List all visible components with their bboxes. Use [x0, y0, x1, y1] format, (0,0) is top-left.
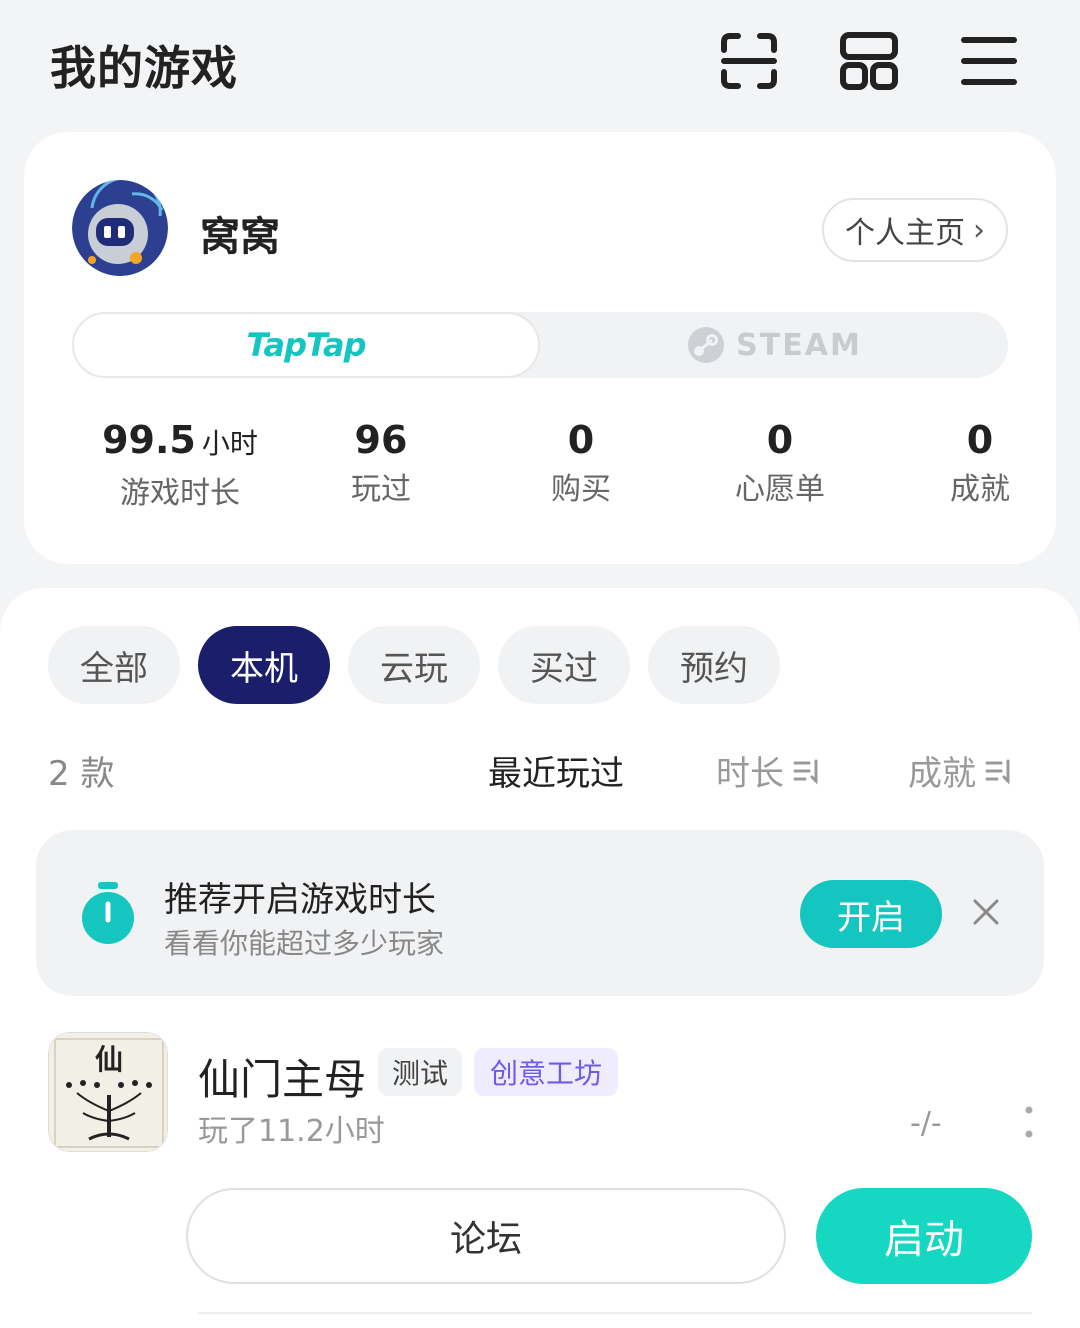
- stat-unit: 小时: [201, 427, 258, 460]
- game-icon[interactable]: 仙: [48, 1032, 168, 1152]
- platform-toggle: TapTap STEAM: [72, 312, 1008, 378]
- filter-chip-local[interactable]: 本机: [198, 626, 330, 704]
- sort-icon: [793, 759, 818, 785]
- sort-label: 最近玩过: [488, 754, 624, 794]
- stat-playtime[interactable]: 99.5 小时 游戏时长: [80, 414, 280, 516]
- sort-duration[interactable]: 时长: [716, 746, 822, 795]
- stat-label: 游戏时长: [120, 476, 240, 511]
- steam-label: STEAM: [736, 327, 862, 363]
- stat-label: 成就: [950, 472, 1010, 507]
- sort-recent[interactable]: 最近玩过: [488, 746, 624, 795]
- tab-steam[interactable]: STEAM: [540, 312, 1008, 378]
- grid-layout-icon[interactable]: [836, 28, 902, 94]
- sort-label: 时长: [716, 754, 784, 794]
- scan-icon[interactable]: [716, 28, 782, 94]
- stat-achievements[interactable]: 0 成就: [880, 414, 1080, 512]
- more-options-icon[interactable]: [1014, 1104, 1044, 1144]
- divider: [198, 1312, 1032, 1314]
- app-header: 我的游戏: [0, 0, 1080, 120]
- stat-purchased[interactable]: 0 购买: [481, 414, 681, 512]
- stat-label: 玩过: [351, 472, 411, 507]
- game-playtime: 玩了11.2小时: [198, 1114, 385, 1149]
- filter-chip-reserved[interactable]: 预约: [648, 626, 780, 704]
- game-icon-glyph: 仙: [95, 1043, 123, 1076]
- homepage-label: 个人主页: [845, 216, 965, 251]
- filter-chip-cloud[interactable]: 云玩: [348, 626, 480, 704]
- game-title[interactable]: 仙门主母: [198, 1046, 366, 1107]
- stopwatch-icon: [78, 880, 138, 946]
- filter-chip-bought[interactable]: 买过: [498, 626, 630, 704]
- profile-homepage-button[interactable]: 个人主页 ›: [822, 198, 1008, 262]
- playtime-promo-banner: 推荐开启游戏时长 看看你能超过多少玩家 开启: [36, 830, 1044, 996]
- stat-label: 购买: [551, 472, 611, 507]
- stat-value: 0: [567, 418, 595, 462]
- forum-button[interactable]: 论坛: [186, 1188, 786, 1284]
- stats-row: 99.5 小时 游戏时长 96 玩过 0 购买 0 心愿单 0 成就: [48, 414, 1048, 524]
- username: 窝窝: [200, 214, 280, 260]
- menu-icon[interactable]: [956, 28, 1022, 94]
- sort-icon: [985, 759, 1010, 785]
- avatar[interactable]: [72, 180, 168, 276]
- stat-label: 心愿单: [735, 472, 825, 507]
- tab-taptap[interactable]: TapTap: [72, 312, 540, 378]
- tag-test: 测试: [378, 1048, 462, 1096]
- stat-value: 99.5: [102, 418, 196, 462]
- chevron-right-icon: ›: [973, 212, 985, 248]
- profile-card: 窝窝 个人主页 › TapTap STEAM 99.5 小时 游戏时长 96 玩过: [24, 132, 1056, 564]
- banner-title: 推荐开启游戏时长: [164, 880, 436, 920]
- tag-workshop[interactable]: 创意工坊: [474, 1048, 618, 1096]
- stat-played[interactable]: 96 玩过: [281, 414, 481, 512]
- close-icon[interactable]: [966, 892, 1006, 932]
- game-list-panel: 全部 本机 云玩 买过 预约 2 款 最近玩过 时长 成就 推荐开启游戏时长 看…: [0, 588, 1080, 1328]
- steam-icon: [688, 327, 725, 363]
- page-title: 我的游戏: [50, 41, 238, 95]
- sort-label: 成就: [908, 754, 976, 794]
- banner-subtitle: 看看你能超过多少玩家: [164, 927, 445, 960]
- enable-playtime-button[interactable]: 开启: [800, 880, 942, 948]
- filter-chip-all[interactable]: 全部: [48, 626, 180, 704]
- stat-wishlist[interactable]: 0 心愿单: [680, 414, 880, 512]
- sort-achievements[interactable]: 成就: [908, 746, 1014, 795]
- launch-button[interactable]: 启动: [816, 1188, 1032, 1284]
- stat-value: 0: [766, 418, 794, 462]
- game-count: 2 款: [48, 754, 115, 794]
- game-achievements: -/-: [910, 1106, 942, 1141]
- stat-value: 96: [354, 418, 408, 462]
- game-list-item[interactable]: 仙 仙门主母 测试 创意工坊 玩了11.2小时 -/-: [0, 1028, 1080, 1158]
- stat-value: 0: [966, 418, 994, 462]
